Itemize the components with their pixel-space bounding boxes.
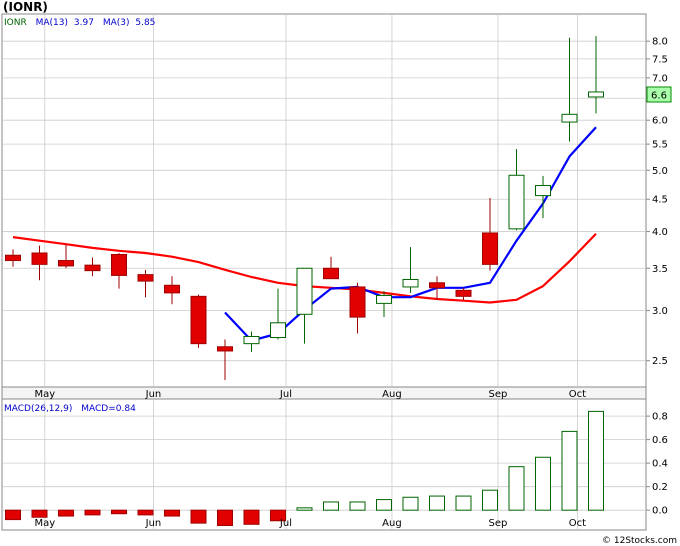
candle-up bbox=[296, 267, 313, 315]
candle-down bbox=[323, 267, 339, 280]
macd-tick-label: 0.4 bbox=[652, 459, 668, 470]
month-label: Oct bbox=[569, 389, 586, 400]
price-tick-label: 4.5 bbox=[652, 195, 668, 206]
legend-ma3-label: MA(3) bbox=[103, 18, 130, 28]
macd-bar-negative bbox=[58, 509, 74, 517]
chart-title: (IONR) bbox=[3, 0, 48, 14]
macd-bar-negative bbox=[217, 509, 233, 526]
macd-tick-label: 0.8 bbox=[652, 412, 668, 423]
candle-down bbox=[190, 295, 207, 345]
price-tick-label: 7.5 bbox=[652, 54, 668, 65]
candle-up bbox=[508, 174, 525, 230]
macd-bar-negative bbox=[84, 509, 101, 516]
macd-bar-positive bbox=[402, 496, 419, 511]
macd-bar-positive bbox=[455, 495, 472, 511]
macd-bar-negative bbox=[31, 509, 48, 518]
macd-bar-positive bbox=[561, 430, 578, 511]
legend-ma13-value: 3.97 bbox=[74, 18, 94, 28]
macd-tick-label: 0.6 bbox=[652, 435, 668, 446]
macd-month-label: Sep bbox=[489, 518, 508, 529]
legend-ma3-value: 5.85 bbox=[135, 18, 155, 28]
macd-bar-negative bbox=[137, 509, 154, 516]
macd-bar-positive bbox=[508, 466, 525, 511]
candle-down bbox=[58, 260, 74, 267]
macd-value-label: MACD=0.84 bbox=[81, 404, 136, 414]
macd-bar-negative bbox=[190, 509, 207, 524]
legend-line: IONR MA(13) 3.97 MA(3) 5.85 bbox=[4, 18, 155, 28]
candle-down bbox=[31, 252, 48, 265]
price-tick-label: 3.5 bbox=[652, 264, 668, 275]
macd-tick-label: 0.2 bbox=[652, 482, 668, 493]
macd-bar-positive bbox=[376, 499, 392, 511]
price-tick-label: 5.5 bbox=[652, 140, 668, 151]
candle-down bbox=[482, 232, 498, 265]
macd-month-label: May bbox=[34, 518, 55, 529]
price-tick-label: 5.0 bbox=[652, 166, 668, 177]
macd-bar-positive bbox=[349, 501, 366, 511]
macd-bar-positive bbox=[588, 410, 604, 511]
month-label: Sep bbox=[489, 389, 508, 400]
candle-down bbox=[455, 289, 472, 297]
candle-down bbox=[84, 264, 101, 272]
candle-up bbox=[270, 322, 286, 339]
stock-chart: (IONR) 2.53.03.54.04.55.05.56.06.57.07.5… bbox=[1, 0, 677, 546]
candle-down bbox=[5, 254, 21, 262]
price-tick-label: 7.0 bbox=[652, 73, 668, 84]
legend-ma13-label: MA(13) bbox=[36, 18, 68, 28]
candle-up bbox=[243, 336, 260, 345]
price-tick-label: 8.0 bbox=[652, 37, 668, 48]
macd-month-label: Jul bbox=[279, 518, 292, 529]
month-label: Aug bbox=[382, 389, 402, 400]
price-tick-label: 6.0 bbox=[652, 116, 668, 127]
macd-legend: MACD(26,12,9) MACD=0.84 bbox=[4, 404, 136, 414]
candle-down bbox=[217, 346, 233, 352]
candle-up bbox=[402, 278, 419, 288]
macd-bar-negative bbox=[243, 509, 260, 525]
last-price-label: 6.6 bbox=[651, 91, 667, 102]
macd-bar-negative bbox=[5, 509, 21, 521]
macd-month-label: Aug bbox=[382, 518, 402, 529]
macd-tick-label: 0.0 bbox=[652, 506, 668, 517]
ma3-line bbox=[224, 126, 597, 342]
month-label: Jun bbox=[145, 389, 162, 400]
month-strip bbox=[1, 386, 647, 400]
candle-up bbox=[561, 113, 578, 123]
macd-bar-positive bbox=[482, 489, 498, 511]
macd-params-label: MACD(26,12,9) bbox=[4, 404, 72, 414]
candle-up bbox=[588, 91, 604, 98]
macd-bar-positive bbox=[429, 495, 445, 511]
candle-up bbox=[535, 185, 551, 197]
macd-bar-positive bbox=[296, 507, 313, 511]
candle-down bbox=[137, 274, 154, 282]
candle-down bbox=[349, 286, 366, 318]
candle-down bbox=[164, 284, 180, 294]
macd-bar-negative bbox=[111, 509, 127, 515]
month-label: May bbox=[34, 389, 55, 400]
macd-bar-positive bbox=[323, 501, 339, 511]
candle-down bbox=[111, 253, 127, 276]
macd-bar-negative bbox=[164, 509, 180, 517]
price-tick-label: 3.0 bbox=[652, 306, 668, 317]
candle-up bbox=[376, 294, 392, 304]
footer-credit: © 12Stocks.com bbox=[602, 536, 677, 546]
candle-down bbox=[429, 282, 445, 289]
candle-layer bbox=[5, 36, 604, 381]
price-tick-label: 4.0 bbox=[652, 227, 668, 238]
macd-month-label: Jun bbox=[145, 518, 162, 529]
legend-ticker: IONR bbox=[4, 18, 27, 28]
price-panel-frame bbox=[1, 13, 647, 388]
month-label: Jul bbox=[279, 389, 292, 400]
macd-bar-positive bbox=[535, 456, 551, 511]
macd-bar-layer bbox=[5, 410, 604, 526]
price-tick-label: 2.5 bbox=[652, 356, 668, 367]
macd-month-label: Oct bbox=[569, 518, 586, 529]
